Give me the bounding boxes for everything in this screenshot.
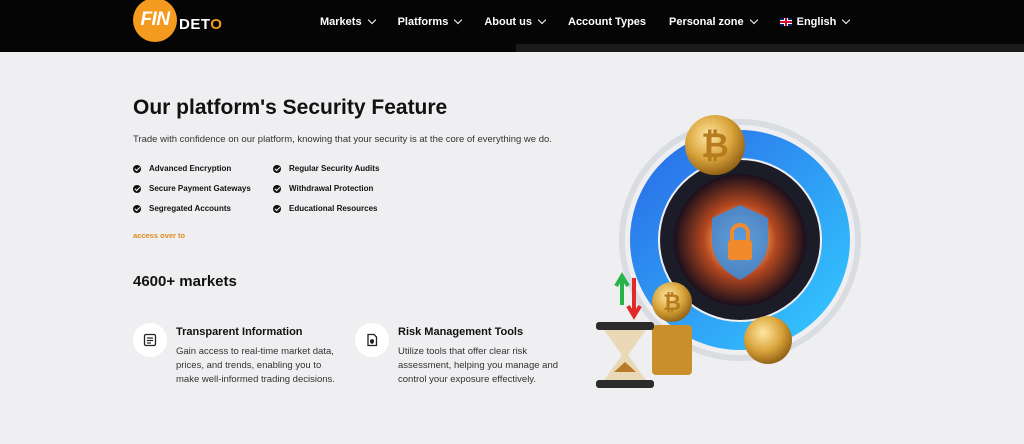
chevron-down-icon [842, 15, 851, 25]
nav-item-label: Account Types [568, 16, 647, 28]
top-navbar: FIN DETO Markets Platforms About us Acco… [0, 0, 1024, 52]
feature-item: Secure Payment Gateways [133, 184, 251, 193]
document-shield-icon [367, 333, 378, 347]
feature-item: Regular Security Audits [273, 164, 379, 173]
card-title: Risk Management Tools [398, 326, 524, 338]
feature-label: Secure Payment Gateways [149, 184, 251, 193]
check-circle-icon [273, 164, 281, 173]
uk-flag-icon [779, 18, 792, 26]
chevron-down-icon [454, 15, 463, 25]
card-description: Gain access to real-time market data, pr… [176, 346, 335, 385]
nav-item-markets[interactable]: Markets [320, 15, 376, 28]
security-illustration: ₿ ₿ [596, 115, 861, 388]
feature-label: Educational Resources [289, 204, 378, 213]
svg-text:₿: ₿ [701, 126, 729, 166]
hourglass-icon [596, 322, 654, 330]
card-icon-wrap [133, 323, 167, 357]
nav-item-label: Platforms [397, 16, 449, 28]
chevron-down-icon [749, 15, 758, 25]
nav-item-personal-zone[interactable]: Personal zone [669, 15, 758, 28]
feature-label: Withdrawal Protection [289, 184, 374, 193]
language-selector[interactable]: English [779, 15, 851, 28]
check-circle-icon [273, 204, 281, 213]
feature-label: Segregated Accounts [149, 204, 231, 213]
feature-label: Advanced Encryption [149, 164, 232, 173]
logo-circle: FIN [133, 0, 177, 42]
check-circle-icon [273, 184, 281, 193]
card-description: Utilize tools that offer clear risk asse… [398, 346, 559, 385]
nav-strip [516, 44, 1024, 52]
page-title: Our platform's Security Feature [133, 96, 448, 119]
access-link[interactable]: access over to [133, 231, 185, 240]
nav-item-platforms[interactable]: Platforms [397, 15, 463, 28]
padlock-icon [728, 240, 752, 260]
gold-sphere [744, 316, 792, 364]
coin-stack [652, 325, 692, 375]
logo-fin-text: FIN [140, 9, 170, 30]
nav-item-label: Personal zone [669, 16, 744, 28]
nav-item-account-types[interactable]: Account Types [568, 16, 646, 28]
feature-item: Advanced Encryption [133, 164, 231, 173]
check-circle-icon [133, 184, 141, 193]
arrow-up-icon [614, 272, 630, 305]
card-icon-wrap [355, 323, 389, 357]
chevron-down-icon [367, 15, 376, 25]
document-chart-icon [143, 333, 157, 347]
svg-text:₿: ₿ [663, 291, 681, 316]
chevron-down-icon [537, 15, 547, 25]
feature-item: Segregated Accounts [133, 204, 231, 213]
feature-item: Withdrawal Protection [273, 184, 373, 193]
main-menu: Markets Platforms About us Account Types… [320, 0, 872, 44]
nav-item-label: About us [484, 16, 532, 28]
card-title: Transparent Information [176, 326, 303, 338]
intro-text: Trade with confidence on our platform, k… [133, 134, 552, 145]
feature-item: Educational Resources [273, 204, 377, 213]
markets-count-heading: 4600+ markets [133, 273, 237, 290]
feature-label: Regular Security Audits [289, 164, 380, 173]
check-circle-icon [133, 204, 141, 213]
nav-item-about-us[interactable]: About us [484, 15, 547, 28]
logo-rest-text: DETO [179, 15, 223, 33]
language-label: English [796, 16, 837, 28]
check-circle-icon [133, 164, 141, 173]
nav-item-label: Markets [320, 16, 362, 28]
logo[interactable]: FIN DETO [133, 0, 222, 44]
